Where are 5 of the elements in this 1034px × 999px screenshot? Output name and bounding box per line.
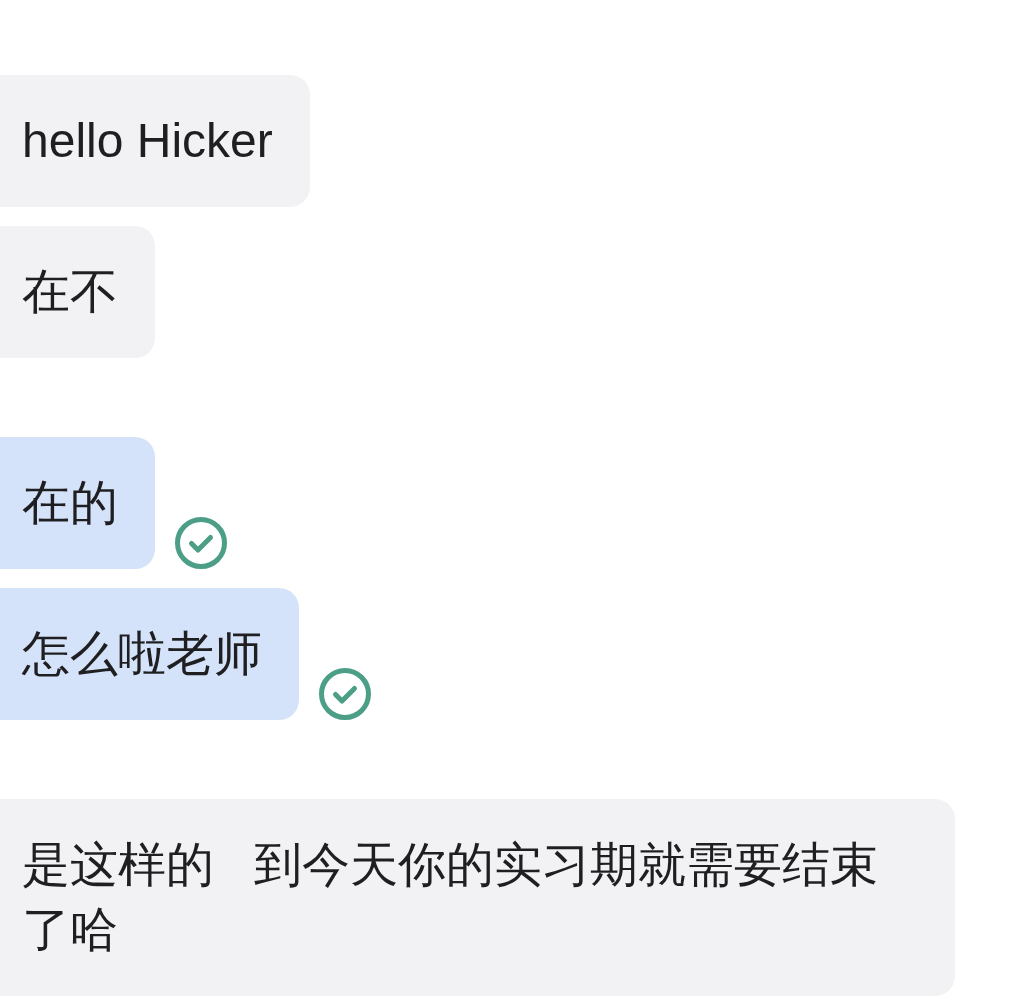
- received-message: 是这样的 到今天你的实习期就需要结束了哈: [0, 799, 955, 996]
- sent-message: 怎么啦老师: [0, 588, 299, 720]
- sent-message: 在的: [0, 437, 155, 569]
- received-message: 在不: [0, 226, 155, 358]
- received-message: hello Hicker: [0, 75, 310, 207]
